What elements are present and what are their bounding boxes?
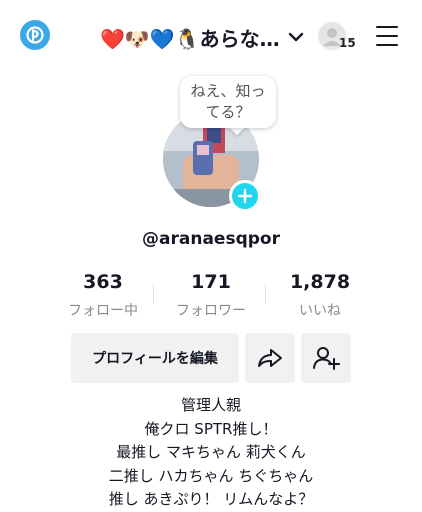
add-friend-button[interactable] [301, 333, 351, 383]
add-story-button[interactable] [229, 180, 261, 212]
profile-handle: @aranaesqpor [142, 229, 280, 249]
stat-following[interactable]: 363 フォロー中 [48, 270, 158, 320]
app-logo-button[interactable] [20, 20, 50, 50]
app-logo-icon [26, 26, 44, 44]
note-bubble[interactable]: ねえ、知っ てる？ [180, 76, 276, 128]
profile-stats: 363 フォロー中 171 フォロワー 1,878 いいね [0, 270, 422, 324]
profile-bio: 管理人親 俺クロ SPTR推し！ 最推し マキちゃん 莉犬くん 二推し ハカちゃ… [0, 394, 422, 512]
stat-likes-label: いいね [299, 303, 341, 319]
stat-following-value: 363 [83, 271, 123, 293]
stat-followers-label: フォロワー [176, 303, 246, 319]
stat-likes[interactable]: 1,878 いいね [265, 270, 375, 320]
stat-followers[interactable]: 171 フォロワー [156, 270, 266, 320]
top-bar: ❤️🐶💙🐧あらな… 15 [0, 0, 422, 72]
bio-line: 最推し マキちゃん 莉犬くん [116, 443, 306, 461]
chevron-down-icon [288, 31, 304, 43]
bio-line: 推し あきぷり！ リムんなよ？ [108, 490, 314, 508]
plus-icon [238, 189, 252, 203]
bio-line: 管理人親 [180, 396, 241, 414]
edit-profile-button[interactable]: プロフィールを編集 [71, 333, 239, 383]
add-user-icon [313, 347, 340, 370]
stat-likes-value: 1,878 [289, 271, 351, 293]
profile-views-button[interactable]: 15 [318, 22, 356, 52]
account-switcher[interactable]: ❤️🐶💙🐧あらな… [100, 22, 304, 52]
notification-count: 15 [339, 36, 356, 50]
share-profile-button[interactable] [245, 333, 295, 383]
bio-line: 二推し ハカちゃん ちぐちゃん [108, 466, 314, 485]
note-bubble-text: ねえ、知っ てる？ [190, 82, 266, 121]
share-icon [258, 349, 282, 367]
bio-line: 俺クロ SPTR推し！ [144, 419, 278, 438]
stat-divider [153, 284, 154, 304]
edit-profile-label: プロフィールを編集 [92, 351, 218, 367]
stat-followers-value: 171 [191, 271, 231, 293]
stat-following-label: フォロー中 [68, 303, 138, 319]
hamburger-menu-icon[interactable] [376, 26, 398, 46]
profile-actions: プロフィールを編集 [0, 333, 422, 383]
account-username: ❤️🐶💙🐧あらな… [100, 26, 280, 51]
